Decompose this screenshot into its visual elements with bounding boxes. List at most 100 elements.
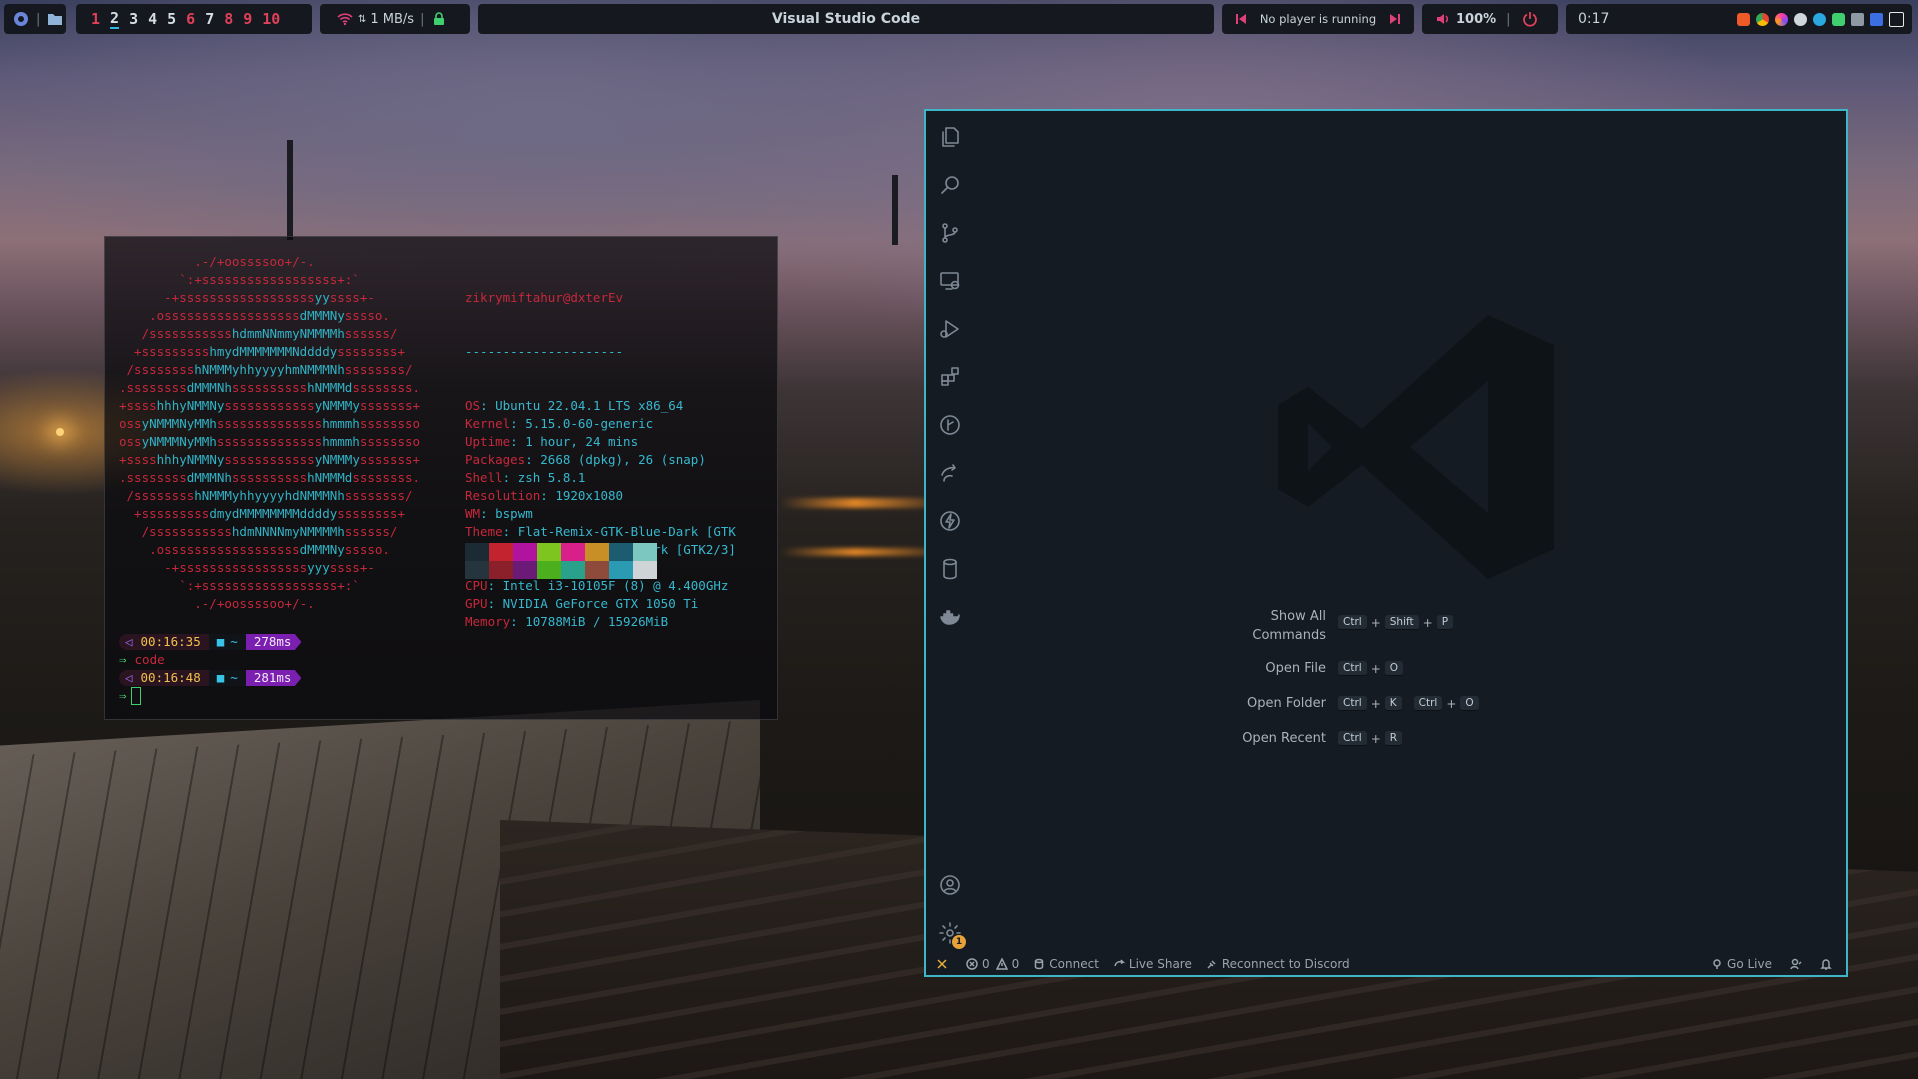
- github-tray-icon[interactable]: [1794, 12, 1807, 26]
- workspace-7[interactable]: 7: [205, 10, 214, 28]
- volume-icon[interactable]: [1434, 10, 1452, 28]
- palette-swatch: [465, 543, 489, 561]
- ascii-art-line: `:+ssssssssssssssssss+:`: [119, 578, 360, 593]
- info-key: Theme: [465, 524, 503, 539]
- system-menu-icon[interactable]: [12, 10, 30, 28]
- workspace-10[interactable]: 10: [262, 10, 280, 28]
- discord-tray-icon[interactable]: [1870, 12, 1883, 26]
- status-bar: 0 0 Connect Live Share Reconnect to Disc…: [926, 953, 1846, 975]
- shortcut-label: Open Folder: [1246, 696, 1326, 711]
- workspace-3[interactable]: 3: [129, 10, 138, 28]
- power-icon[interactable]: [1521, 10, 1539, 28]
- app-tray-icon[interactable]: [1775, 12, 1788, 26]
- shortcut-open-recent[interactable]: Open Recent Ctrl + R: [926, 731, 1850, 751]
- shortcut-label: Show All: [1270, 609, 1326, 624]
- palette-swatch: [489, 561, 513, 579]
- window-title: Visual Studio Code: [478, 4, 1214, 34]
- workspace-2[interactable]: 2: [110, 9, 120, 29]
- workspace-6[interactable]: 6: [186, 10, 195, 28]
- search-icon[interactable]: [938, 173, 962, 197]
- info-separator: ---------------------: [465, 344, 624, 359]
- palette-swatch: [537, 543, 561, 561]
- prompt-time: 00:16:35: [140, 634, 201, 649]
- prompt-time: 00:16:48: [140, 670, 201, 685]
- folder-icon[interactable]: [46, 10, 64, 28]
- shortcut-open-folder[interactable]: Open Folder Ctrl + K Ctrl + O: [926, 696, 1850, 716]
- database-icon[interactable]: [938, 557, 962, 581]
- network-speed: 1 MB/s: [370, 11, 415, 27]
- shortcut-label: Commands: [1252, 628, 1326, 643]
- vscode-logo-watermark: [1278, 315, 1554, 579]
- workspace-8[interactable]: 8: [224, 10, 233, 28]
- wallpaper-pole: [287, 140, 293, 240]
- ascii-art-line: .ossssssssssssssssssdMMMNysssso.: [119, 308, 390, 323]
- previous-track-icon[interactable]: [1232, 10, 1250, 28]
- vscode-window[interactable]: 1 Show All Commands Ctrl + Shift + P Open …: [924, 109, 1848, 977]
- palette-swatch: [537, 561, 561, 579]
- info-tray-icon[interactable]: [1813, 12, 1826, 26]
- brave-tray-icon[interactable]: [1737, 12, 1750, 26]
- info-key: OS: [465, 398, 481, 413]
- discord-button[interactable]: Reconnect to Discord: [1206, 957, 1350, 971]
- info-line: Memory: 10788MiB / 15926MiB: [465, 614, 669, 629]
- ascii-art-line: .ossssssssssssssssssdMMMNysssso.: [119, 542, 390, 557]
- check-tray-icon[interactable]: [1832, 12, 1845, 26]
- run-debug-icon[interactable]: [938, 317, 962, 341]
- accounts-icon[interactable]: [938, 873, 962, 897]
- image-tray-icon[interactable]: [1851, 12, 1864, 26]
- volume-power-module: 100% |: [1422, 4, 1558, 34]
- workspace-9[interactable]: 9: [243, 10, 252, 28]
- live-share-button[interactable]: Live Share: [1113, 957, 1192, 971]
- wallpaper-light-streak: [780, 548, 930, 556]
- color-palette: [465, 543, 657, 579]
- git-graph-icon[interactable]: [938, 413, 962, 437]
- prompt-dir: ~: [230, 634, 238, 649]
- source-control-icon[interactable]: [938, 221, 962, 245]
- live-share-icon[interactable]: [938, 461, 962, 485]
- input-line[interactable]: ⇒: [119, 687, 141, 705]
- palette-swatch: [561, 543, 585, 561]
- prompt-symbol: ⇒: [119, 652, 127, 667]
- lock-icon[interactable]: [430, 10, 448, 28]
- info-line: Shell: zsh 5.8.1: [465, 470, 586, 485]
- ascii-art-line: .ssssssssdMMMNhsssssssssshNMMMdssssssss.: [119, 470, 421, 485]
- shortcut-show-all-commands[interactable]: Show All Commands Ctrl + Shift + P: [926, 607, 1850, 647]
- go-live-label: Go Live: [1727, 957, 1772, 971]
- info-key: WM: [465, 506, 481, 521]
- clock[interactable]: 0:17: [1578, 11, 1609, 27]
- user-host: zikrymiftahur@dxterEv: [465, 290, 624, 305]
- feedback-icon[interactable]: [1790, 958, 1806, 970]
- workspace-4[interactable]: 4: [148, 10, 157, 28]
- terminal-window[interactable]: .-/+oossssoo+/-. `:+ssssssssssssssssss+:…: [104, 236, 778, 720]
- manage-gear-icon[interactable]: 1: [938, 921, 966, 949]
- key-cap: Ctrl: [1338, 661, 1367, 676]
- remote-indicator-icon[interactable]: [936, 958, 952, 970]
- problems-indicator[interactable]: 0 0: [966, 957, 1019, 971]
- volume-level[interactable]: 100%: [1456, 12, 1496, 27]
- ascii-art-line: .ssssssssdMMMNhsssssssssshNMMMdssssssss.: [119, 380, 421, 395]
- wifi-icon[interactable]: [336, 10, 354, 28]
- thunder-client-icon[interactable]: [938, 509, 962, 533]
- window-tray-icon[interactable]: [1889, 11, 1904, 27]
- notifications-bell-icon[interactable]: [1820, 958, 1836, 970]
- media-player: No player is running: [1222, 4, 1414, 34]
- next-track-icon[interactable]: [1386, 10, 1404, 28]
- connect-button[interactable]: Connect: [1033, 957, 1099, 971]
- shortcut-open-file[interactable]: Open File Ctrl + O: [926, 661, 1850, 681]
- shortcut-label: Open Recent: [1242, 731, 1326, 746]
- clock-tray-module: 0:17: [1566, 4, 1912, 34]
- explorer-icon[interactable]: [938, 125, 962, 149]
- go-live-button[interactable]: Go Live: [1711, 957, 1772, 971]
- remote-explorer-icon[interactable]: [938, 269, 962, 293]
- extensions-icon[interactable]: [938, 365, 962, 389]
- ascii-art-line: ossyNMMMNyMMhsssssssssssssshmmmhssssssso: [119, 434, 421, 449]
- workspace-5[interactable]: 5: [167, 10, 176, 28]
- info-line: Uptime: 1 hour, 24 mins: [465, 434, 639, 449]
- info-key: Memory: [465, 614, 511, 629]
- key-cap: O: [1460, 696, 1479, 711]
- info-value: bspwm: [495, 506, 533, 521]
- chrome-tray-icon[interactable]: [1756, 12, 1769, 26]
- folder-icon: ■: [216, 634, 225, 649]
- workspace-1[interactable]: 1: [91, 10, 100, 28]
- folder-icon: ■: [216, 670, 225, 685]
